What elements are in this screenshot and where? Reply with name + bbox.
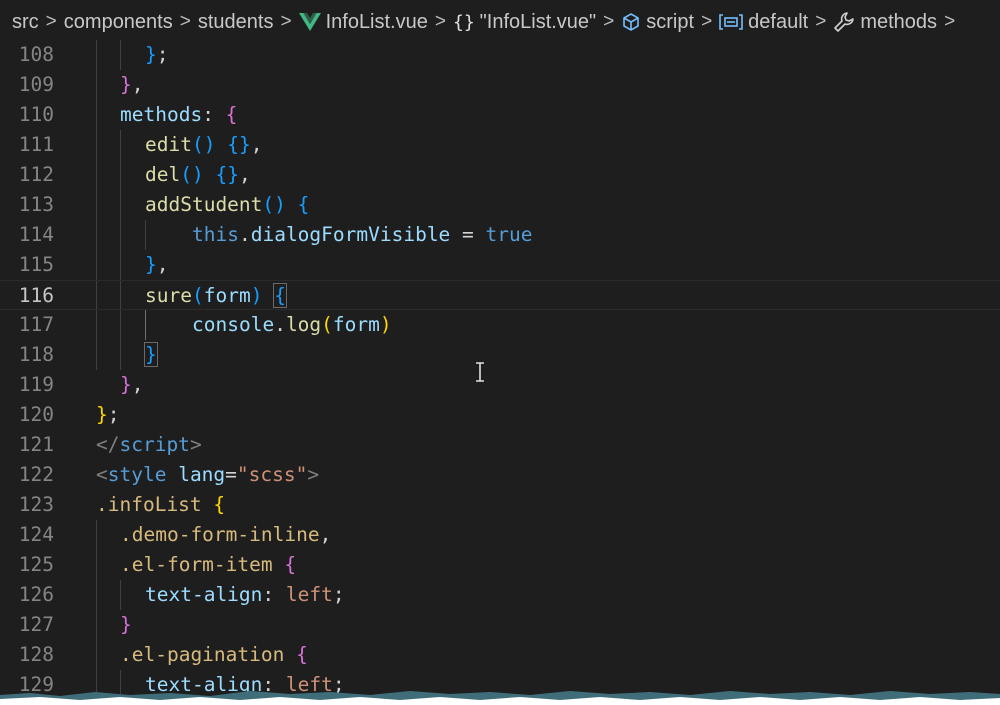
code-text: }, (120, 73, 144, 96)
text-cursor-icon (474, 362, 486, 382)
code-line[interactable]: 125 .el-form-item { (0, 550, 1000, 580)
code-line[interactable]: 117 console.log(form) (0, 310, 1000, 340)
breadcrumb-label: methods (860, 10, 938, 33)
code-text: edit() {}, (145, 133, 263, 156)
code-text: </script> (96, 433, 202, 456)
code-text: this.dialogFormVisible = true (192, 223, 533, 246)
code-text: }, (120, 373, 144, 396)
vue-logo-icon (298, 13, 321, 31)
code-line[interactable]: 120 }; (0, 400, 1000, 430)
chevron-right-icon: > (45, 11, 57, 32)
wrench-icon (833, 11, 855, 33)
code-line[interactable]: 118 } (0, 340, 1000, 370)
code-line[interactable]: 108 }; (0, 40, 1000, 70)
breadcrumb-item-file[interactable]: InfoList.vue (298, 10, 428, 34)
line-number: 119 (18, 373, 54, 396)
line-number: 115 (18, 253, 54, 276)
line-number: 113 (18, 193, 54, 216)
breadcrumb-item-src[interactable]: src (12, 11, 39, 34)
code-text: text-align: left; (145, 583, 345, 606)
breadcrumb-item-script[interactable]: script (621, 11, 694, 34)
code-text: } (120, 613, 132, 636)
line-number: 116 (18, 284, 54, 307)
code-text: sure(form) { (145, 283, 287, 308)
line-number: 126 (18, 583, 54, 606)
line-number: 127 (18, 613, 54, 636)
code-line[interactable]: 121 </script> (0, 430, 1000, 460)
line-number: 128 (18, 643, 54, 666)
code-line[interactable]: 122 <style lang="scss"> (0, 460, 1000, 490)
breadcrumb-item-methods[interactable]: methods (833, 11, 937, 34)
code-line[interactable]: 124 .demo-form-inline, (0, 520, 1000, 550)
chevron-right-icon: > (701, 11, 713, 32)
code-line[interactable]: 126 text-align: left; (0, 580, 1000, 610)
symbol-variable-icon (719, 13, 743, 31)
line-number: 125 (18, 553, 54, 576)
code-line[interactable]: 127 } (0, 610, 1000, 640)
braces-icon: {} (452, 11, 475, 33)
line-number: 124 (18, 523, 54, 546)
chevron-right-icon: > (179, 11, 191, 32)
breadcrumb-label: script (646, 10, 695, 33)
breadcrumb-label: default (748, 10, 809, 33)
code-line[interactable]: 113 addStudent() { (0, 190, 1000, 220)
code-editor[interactable]: 108 }; 109 }, 110 methods: { 111 edit() … (0, 40, 1000, 705)
code-line[interactable]: 123 .infoList { (0, 490, 1000, 520)
line-number: 118 (18, 343, 54, 366)
code-text: .el-pagination { (120, 643, 308, 666)
code-text: .infoList { (96, 493, 226, 516)
code-text: } (144, 342, 158, 367)
code-text: .el-form-item { (120, 553, 297, 576)
code-line[interactable]: 114 this.dialogFormVisible = true (0, 220, 1000, 250)
code-text: }, (145, 253, 169, 276)
line-number: 114 (18, 223, 54, 246)
line-number: 112 (18, 163, 54, 186)
breadcrumb-label: "InfoList.vue" (479, 10, 597, 33)
cube-icon (621, 12, 641, 32)
code-text: .demo-form-inline, (120, 523, 332, 546)
chevron-right-icon: > (434, 11, 446, 32)
breadcrumb-label: InfoList.vue (325, 10, 428, 33)
breadcrumb: src > components > students > InfoList.v… (0, 0, 1000, 44)
chevron-right-icon: > (815, 11, 827, 32)
line-number: 111 (18, 133, 54, 156)
line-number: 121 (18, 433, 54, 456)
line-number: 123 (18, 493, 54, 516)
breadcrumb-item-default[interactable]: default (719, 11, 808, 34)
line-number: 122 (18, 463, 54, 486)
code-text: <style lang="scss"> (96, 463, 320, 486)
chevron-right-icon: > (280, 11, 292, 32)
code-line[interactable]: 109 }, (0, 70, 1000, 100)
line-number: 109 (18, 73, 54, 96)
code-text: }; (145, 43, 169, 66)
chevron-right-icon: > (944, 11, 956, 32)
torn-edge (0, 691, 1000, 705)
code-line[interactable]: 112 del() {}, (0, 160, 1000, 190)
line-number: 117 (18, 313, 54, 336)
breadcrumb-item-students[interactable]: students (198, 11, 274, 34)
breadcrumb-item-components[interactable]: components (64, 11, 173, 34)
code-line[interactable]: 119 }, (0, 370, 1000, 400)
line-number: 108 (18, 43, 54, 66)
code-text: methods: { (120, 103, 238, 126)
code-text: }; (96, 403, 120, 426)
line-number: 120 (18, 403, 54, 426)
code-text: addStudent() { (145, 193, 310, 216)
breadcrumb-label: students (197, 10, 274, 33)
code-line[interactable]: 111 edit() {}, (0, 130, 1000, 160)
breadcrumb-label: src (12, 10, 39, 33)
code-line[interactable]: 128 .el-pagination { (0, 640, 1000, 670)
chevron-right-icon: > (603, 11, 615, 32)
code-line[interactable]: 110 methods: { (0, 100, 1000, 130)
code-line[interactable]: 115 }, (0, 250, 1000, 280)
breadcrumb-label: components (63, 10, 173, 33)
line-number: 110 (18, 103, 54, 126)
code-line-current[interactable]: 116 sure(form) { (0, 280, 1000, 310)
code-text: del() {}, (145, 163, 251, 186)
code-text: console.log(form) (192, 313, 392, 336)
breadcrumb-item-module[interactable]: {} "InfoList.vue" (453, 11, 596, 34)
